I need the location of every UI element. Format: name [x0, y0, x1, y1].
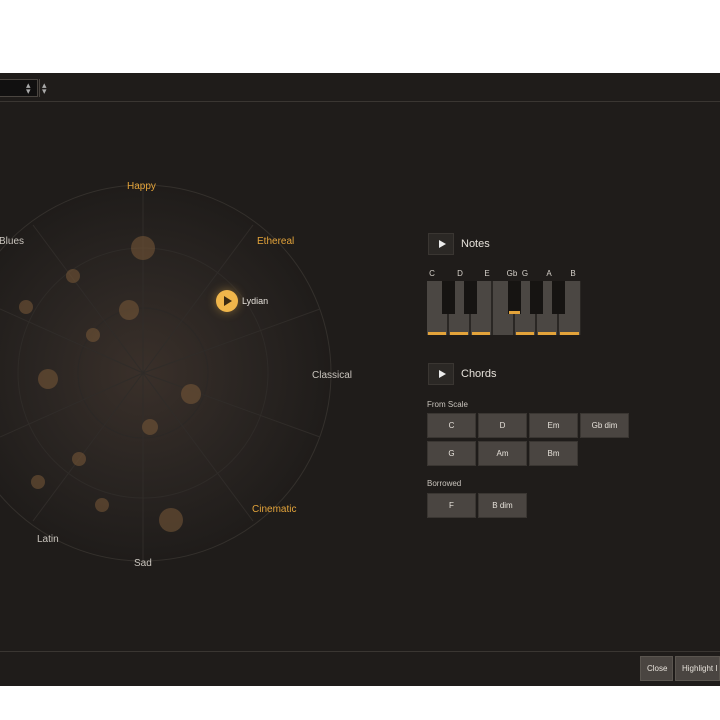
wheel-label-classical[interactable]: Classical: [312, 370, 352, 381]
piano-key-eb[interactable]: [464, 281, 477, 314]
from-scale-label: From Scale: [427, 400, 468, 409]
piano-key-gb[interactable]: [508, 281, 521, 314]
note-name-d: D: [457, 269, 463, 278]
borrowed-label: Borrowed: [427, 479, 462, 488]
piano-key-bb[interactable]: [552, 281, 565, 314]
note-name-b: B: [570, 269, 576, 278]
note-name-g: G: [521, 269, 529, 278]
chord-button-d[interactable]: D: [478, 413, 527, 438]
wheel-label-blues[interactable]: Blues: [0, 236, 24, 247]
note-name-c: C: [429, 269, 435, 278]
note-name-a: A: [546, 269, 552, 278]
piano-key-ab[interactable]: [530, 281, 543, 314]
wheel-label-ethereal[interactable]: Ethereal: [257, 236, 294, 247]
highlight-button[interactable]: Highlight I: [675, 656, 720, 681]
play-notes-button[interactable]: [428, 233, 454, 255]
piano-key-db[interactable]: [442, 281, 455, 314]
wheel-label-sad[interactable]: Sad: [134, 558, 152, 569]
scale-explorer-window: ▴ ▾ ▴ ▾ Happy Ethereal Blues Classical C…: [0, 73, 720, 686]
selected-mode-label: Lydian: [242, 296, 269, 306]
notes-title: Notes: [461, 238, 490, 250]
chord-button-g[interactable]: G: [427, 441, 476, 466]
wheel-label-latin[interactable]: Latin: [37, 534, 59, 545]
play-chords-button[interactable]: [428, 363, 454, 385]
chord-button-am[interactable]: Am: [478, 441, 527, 466]
chords-title: Chords: [461, 368, 497, 380]
bottom-bar: Close Highlight I: [0, 651, 720, 686]
chord-button-f[interactable]: F: [427, 493, 476, 518]
close-button[interactable]: Close: [640, 656, 673, 681]
chord-button-c[interactable]: C: [427, 413, 476, 438]
chord-button-em[interactable]: Em: [529, 413, 578, 438]
chord-button-b-dim[interactable]: B dim: [478, 493, 527, 518]
mood-wheel[interactable]: Happy Ethereal Blues Classical Cinematic…: [0, 73, 380, 686]
selected-mode-play-icon[interactable]: [216, 290, 238, 312]
chord-button-gb-dim[interactable]: Gb dim: [580, 413, 629, 438]
wheel-label-happy[interactable]: Happy: [127, 181, 156, 192]
chord-button-bm[interactable]: Bm: [529, 441, 578, 466]
note-name-e: E: [484, 269, 490, 278]
note-name-gb: Gb: [506, 269, 518, 278]
piano-keyboard[interactable]: [427, 281, 581, 335]
wheel-label-cinematic[interactable]: Cinematic: [252, 504, 296, 515]
